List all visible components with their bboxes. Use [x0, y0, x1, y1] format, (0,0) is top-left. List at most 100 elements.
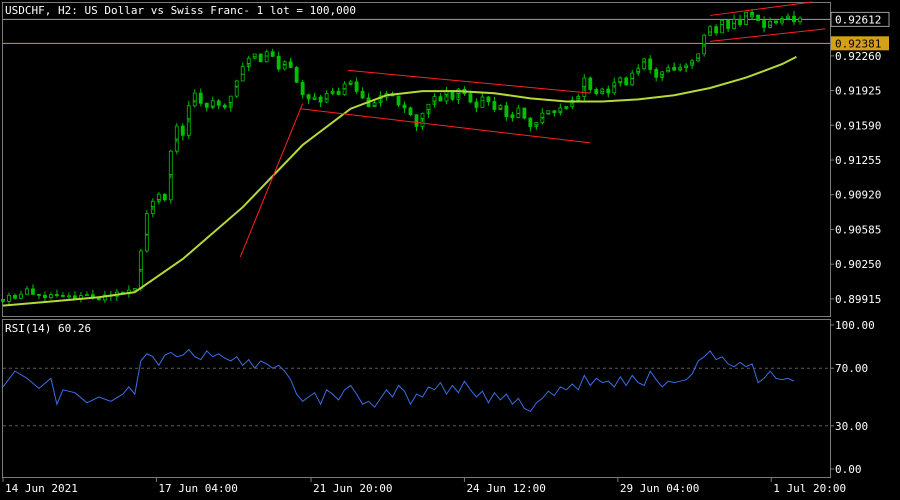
candle-body — [246, 57, 251, 64]
moving-average-line — [2, 56, 797, 307]
candle-body — [324, 93, 329, 100]
candle-body — [360, 93, 365, 99]
trendline — [710, 28, 826, 42]
candle-body — [258, 56, 263, 63]
candle-body — [744, 15, 749, 25]
candle-body — [31, 288, 35, 295]
price-tick-label: 0.90250 — [835, 258, 881, 271]
candle-body — [67, 295, 71, 298]
chart-canvas[interactable]: 0.92260 0.91925 0.91590 0.91255 0.90920 0.905… — [0, 0, 900, 500]
candle-body — [612, 82, 617, 87]
candle-body — [660, 71, 665, 75]
candle-body — [49, 294, 53, 299]
candle-body — [156, 193, 161, 200]
candle-body — [264, 51, 269, 57]
candle-body — [750, 14, 754, 18]
candle-body — [480, 96, 485, 102]
candle-body — [402, 104, 407, 109]
price-series-layer — [1, 1, 830, 307]
time-tick-label: 21 Jun 20:00 — [313, 482, 392, 495]
candle-body — [222, 105, 227, 108]
candle-body — [732, 19, 737, 24]
candle-body — [756, 14, 760, 21]
candle-body — [150, 200, 155, 207]
candle-body — [144, 213, 149, 235]
trendline — [710, 1, 813, 16]
candle-body — [792, 20, 796, 23]
price-tick-label: 0.92260 — [835, 50, 881, 63]
candle-body — [762, 25, 766, 28]
candle-body — [624, 81, 629, 86]
candle-body — [696, 53, 701, 59]
candle-body — [768, 20, 772, 26]
candle-body — [798, 17, 802, 23]
candle-body — [684, 64, 689, 68]
candle-body — [354, 86, 359, 92]
candle-body — [300, 89, 305, 96]
rsi-panel-frame — [2, 319, 831, 478]
candle-body — [720, 24, 725, 34]
candle-body — [282, 61, 287, 65]
candle-body — [19, 293, 23, 299]
candle-body — [372, 102, 377, 106]
candle-body — [438, 98, 443, 102]
chart-title: USDCHF, H2: US Dollar vs Swiss Franc- 1 … — [5, 4, 356, 17]
candle-body — [564, 105, 569, 108]
candle-body — [234, 80, 239, 87]
price-tick-label: 0.91590 — [835, 119, 881, 132]
candle-body — [450, 96, 455, 100]
bid-price-label: 0.92612 — [835, 13, 881, 26]
candle-body — [678, 66, 683, 70]
candle-body — [738, 22, 743, 25]
candle-body — [186, 105, 191, 120]
candle-body — [474, 104, 479, 108]
candle-body — [61, 295, 65, 297]
candle-body — [708, 26, 713, 33]
price-tick-label: 0.89915 — [835, 293, 881, 306]
candle-body — [132, 287, 137, 291]
candle-body — [408, 110, 413, 116]
candle-body — [636, 68, 641, 72]
candle-body — [306, 95, 311, 100]
candle-body — [414, 114, 419, 123]
rsi-tick-label: 0.00 — [835, 463, 862, 476]
candle-body — [420, 112, 425, 119]
time-tick-label: 29 Jun 04:00 — [620, 482, 699, 495]
price-panel-frame — [2, 2, 831, 317]
rsi-series-layer — [2, 348, 830, 427]
chart-window: 0.92260 0.91925 0.91590 0.91255 0.90920 0.905… — [0, 0, 900, 500]
candle-body — [654, 73, 659, 78]
candle-body — [540, 112, 545, 118]
candle-body — [348, 81, 353, 84]
candle-body — [558, 107, 563, 112]
candle-body — [144, 233, 149, 252]
candle-body — [720, 19, 725, 25]
candle-body — [780, 18, 784, 21]
candle-body — [336, 91, 341, 95]
candle-body — [492, 106, 497, 110]
candle-body — [138, 250, 143, 270]
candle-body — [510, 114, 515, 118]
rsi-tick-label: 30.00 — [835, 420, 868, 433]
candle-body — [204, 104, 209, 108]
candle-body — [594, 90, 599, 95]
candle-body — [84, 294, 89, 297]
candle-body — [666, 67, 671, 71]
candle-body — [264, 55, 269, 63]
time-tick-label: 1 Jul 20:00 — [773, 482, 846, 495]
candle-body — [312, 96, 317, 100]
candle-body — [162, 196, 167, 201]
axis-layer: 0.92260 0.91925 0.91590 0.91255 0.90920 0.905… — [2, 11, 890, 495]
candle-body — [600, 88, 605, 93]
candle-body — [516, 107, 521, 114]
candle-body — [714, 29, 719, 34]
candle-body — [648, 64, 653, 70]
candle-body — [504, 111, 509, 117]
rsi-title: RSI(14) 60.26 — [5, 322, 92, 335]
candle-body — [552, 110, 557, 114]
price-tick-label: 0.90585 — [835, 223, 881, 236]
candle-body — [270, 54, 275, 57]
rsi-line — [2, 348, 795, 413]
candle-body — [468, 98, 473, 103]
candle-body — [168, 150, 173, 175]
